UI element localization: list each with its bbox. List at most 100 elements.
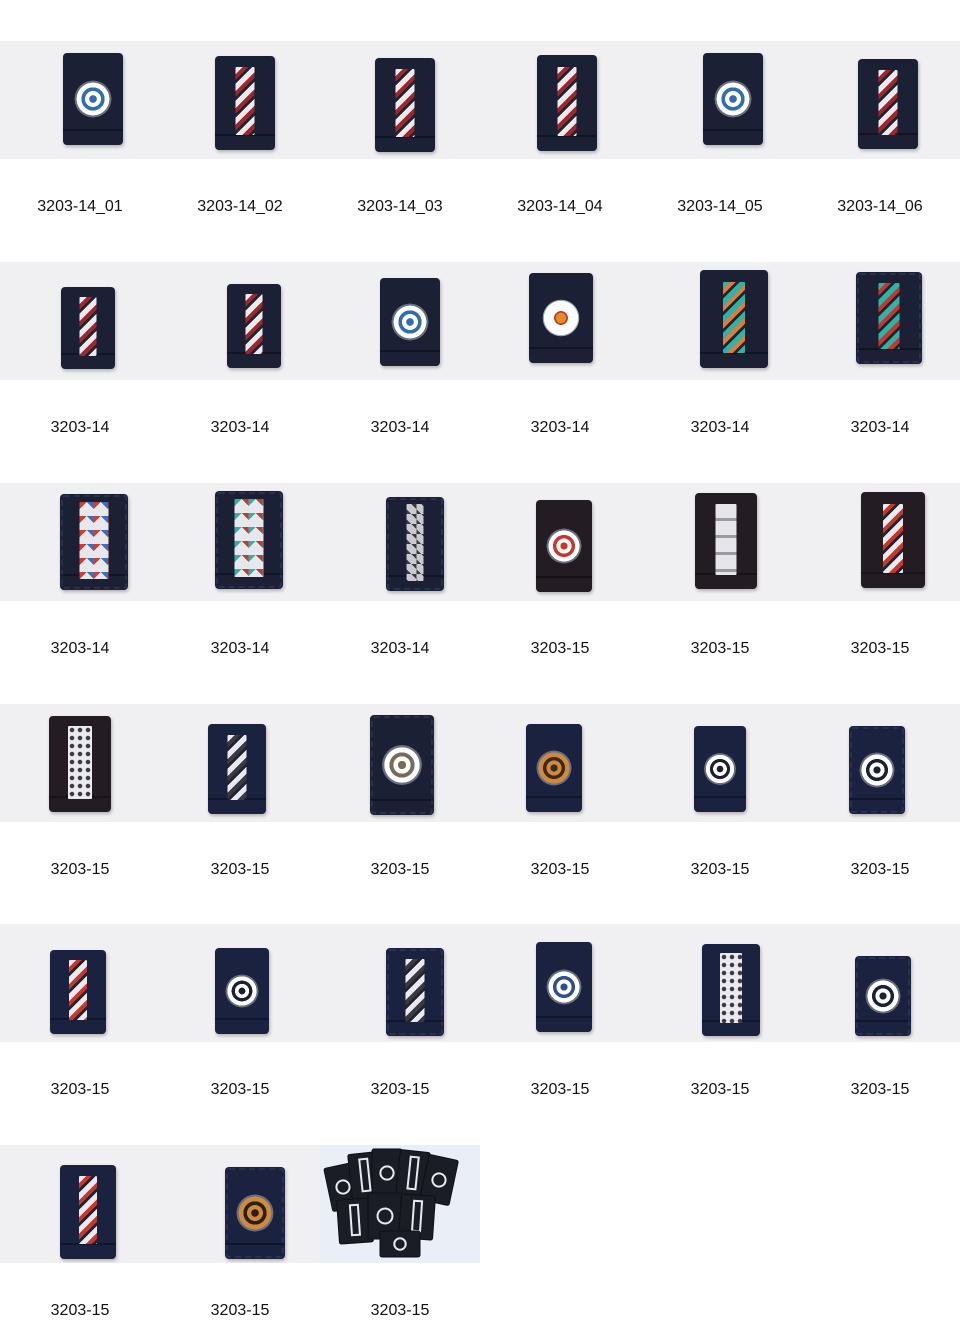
product-card[interactable]: 3203-14_06: [800, 41, 960, 215]
product-card[interactable]: 3203-14: [320, 262, 480, 436]
product-photo[interactable]: [160, 483, 320, 601]
product-photo[interactable]: [640, 262, 800, 380]
product-card[interactable]: 3203-14_02: [160, 41, 320, 215]
beaded-rosette: [714, 80, 752, 118]
product-photo[interactable]: [320, 483, 480, 601]
pouch: [526, 724, 582, 812]
product-photo[interactable]: [160, 704, 320, 822]
product-photo[interactable]: [640, 924, 800, 1042]
product-code: 3203-14_03: [357, 198, 443, 215]
product-photo[interactable]: [800, 924, 960, 1042]
product-card[interactable]: 3203-14: [320, 483, 480, 657]
product-card[interactable]: 3203-15: [0, 924, 160, 1098]
product-photo[interactable]: [640, 41, 800, 159]
product-card[interactable]: 3203-15: [320, 704, 480, 878]
product-card[interactable]: 3203-15: [480, 704, 640, 878]
beaded-rosette: [536, 750, 572, 786]
product-card[interactable]: 3203-14: [0, 483, 160, 657]
beaded-dots: [68, 726, 92, 799]
product-code: 3203-14_01: [37, 198, 123, 215]
product-card[interactable]: 3203-14_04: [480, 41, 640, 215]
product-photo[interactable]: [480, 704, 640, 822]
pouch: [380, 278, 440, 366]
product-photo[interactable]: [160, 262, 320, 380]
product-photo[interactable]: [0, 1145, 160, 1263]
product-photo[interactable]: [480, 41, 640, 159]
pouch: [370, 715, 434, 815]
beaded-rosette: [546, 969, 582, 1005]
pouch-flap-seam: [370, 799, 434, 801]
product-photo[interactable]: [800, 41, 960, 159]
product-card[interactable]: 3203-14_05: [640, 41, 800, 215]
product-card[interactable]: 3203-15: [800, 704, 960, 878]
pouch: [225, 1167, 285, 1259]
product-card[interactable]: 3203-15: [480, 924, 640, 1098]
product-card[interactable]: 3203-15: [480, 483, 640, 657]
beaded-stripe: [878, 283, 900, 349]
product-card[interactable]: 3203-14: [480, 262, 640, 436]
product-card[interactable]: 3203-15: [640, 924, 800, 1098]
product-photo[interactable]: [480, 262, 640, 380]
product-photo[interactable]: [0, 262, 160, 380]
beaded-stripe: [245, 294, 263, 354]
product-photo[interactable]: [320, 704, 480, 822]
product-card[interactable]: 3203-15: [160, 704, 320, 878]
product-card[interactable]: 3203-15: [320, 1145, 480, 1319]
product-card[interactable]: 3203-15: [800, 924, 960, 1098]
product-card[interactable]: 3203-14: [160, 483, 320, 657]
product-photo[interactable]: [800, 704, 960, 822]
product-photo[interactable]: [800, 483, 960, 601]
product-card[interactable]: 3203-15: [800, 483, 960, 657]
product-card[interactable]: 3203-15: [160, 1145, 320, 1319]
product-photo[interactable]: [0, 704, 160, 822]
pouch: [700, 270, 768, 368]
product-code: 3203-15: [50, 1081, 110, 1098]
product-photo[interactable]: [160, 924, 320, 1042]
beaded-rosette: [704, 753, 736, 785]
product-photo[interactable]: [320, 924, 480, 1042]
pouch-flap-seam: [380, 350, 440, 352]
beaded-stripe: [227, 735, 247, 800]
product-code: 3203-15: [210, 1081, 270, 1098]
pouch: [386, 497, 444, 591]
product-card[interactable]: 3203-15: [160, 924, 320, 1098]
product-card[interactable]: 3203-15: [640, 483, 800, 657]
product-card[interactable]: 3203-14: [800, 262, 960, 436]
beaded-rosette: [225, 974, 259, 1008]
product-photo[interactable]: [0, 924, 160, 1042]
product-photo[interactable]: [160, 1145, 320, 1263]
product-photo[interactable]: [320, 262, 480, 380]
product-photo[interactable]: [480, 483, 640, 601]
product-card[interactable]: 3203-15: [0, 1145, 160, 1319]
beaded-stripe: [79, 1176, 97, 1244]
product-card[interactable]: 3203-14_01: [0, 41, 160, 215]
pouch-flap-seam: [694, 796, 746, 798]
product-photo[interactable]: [480, 924, 640, 1042]
product-card[interactable]: 3203-14: [160, 262, 320, 436]
pouch: [537, 55, 597, 151]
product-photo[interactable]: [640, 483, 800, 601]
product-photo[interactable]: [0, 483, 160, 601]
group-photo-collage: [320, 1145, 480, 1263]
product-photo[interactable]: [800, 262, 960, 380]
product-card[interactable]: 3203-15: [320, 924, 480, 1098]
product-code: 3203-15: [530, 1081, 590, 1098]
product-card[interactable]: 3203-15: [0, 704, 160, 878]
product-card[interactable]: 3203-14: [640, 262, 800, 436]
pouch: [63, 53, 123, 145]
product-code: 3203-15: [210, 861, 270, 878]
beaded-blocks: [715, 504, 737, 575]
product-photo[interactable]: [320, 1145, 480, 1263]
pouch: [49, 716, 111, 812]
pouch: [529, 273, 593, 363]
pouch: [694, 726, 746, 812]
product-card[interactable]: 3203-14: [0, 262, 160, 436]
product-code: 3203-14: [370, 419, 430, 436]
product-card[interactable]: 3203-15: [640, 704, 800, 878]
product-card[interactable]: 3203-14_03: [320, 41, 480, 215]
product-photo[interactable]: [320, 41, 480, 159]
product-photo[interactable]: [160, 41, 320, 159]
product-photo[interactable]: [0, 41, 160, 159]
product-code: 3203-14_05: [677, 198, 763, 215]
product-photo[interactable]: [640, 704, 800, 822]
